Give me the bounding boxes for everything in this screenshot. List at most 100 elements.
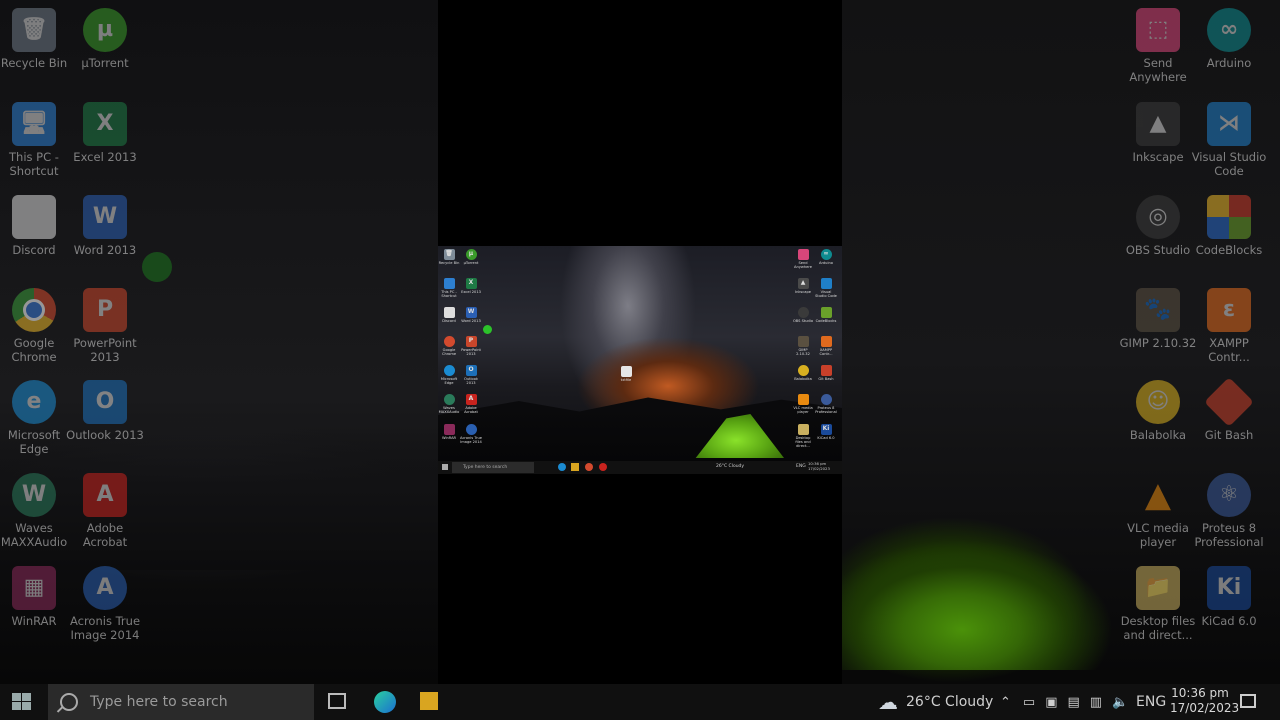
outlook-icon: O: [83, 380, 127, 424]
mini-icon-acronis[interactable]: Acronis True Image 2014: [460, 424, 482, 444]
weather-widget[interactable]: ☁ 26°C Cloudy: [878, 684, 993, 720]
desktop-icon-discord[interactable]: Discord: [0, 195, 74, 257]
desktop-icon-winrar[interactable]: ▦ WinRAR: [0, 566, 74, 628]
desktop-icon-excel[interactable]: X Excel 2013: [65, 102, 145, 164]
winrar-icon: ▦: [12, 566, 56, 610]
chrome-icon: [12, 288, 56, 332]
desktop-icon-edge[interactable]: e Microsoft Edge: [0, 380, 74, 456]
mini-icon-arduino[interactable]: ∞ Arduino: [815, 249, 837, 265]
desktop-icon-obs[interactable]: ◎ OBS Studio: [1118, 195, 1198, 257]
mini-icon-excel[interactable]: X Excel 2013: [460, 278, 482, 294]
task-view-icon[interactable]: [328, 693, 346, 709]
desktop-icon-gimp[interactable]: 🐾 GIMP 2.10.32: [1118, 288, 1198, 350]
desktop-icon-vscode[interactable]: ⋊ Visual Studio Code: [1189, 102, 1269, 178]
mini-edge-icon[interactable]: [558, 463, 566, 471]
desktop-icon-waves[interactable]: W Waves MAXXAudio: [0, 473, 74, 549]
mini-icon-utorrent[interactable]: µ µTorrent: [460, 249, 482, 265]
desktop-icon-desktop-files[interactable]: 📁 Desktop files and direct...: [1118, 566, 1198, 642]
codeblocks-icon: [1207, 195, 1251, 239]
mini-folder-icon[interactable]: [571, 463, 579, 471]
mini-icon-word[interactable]: W Word 2013: [460, 307, 482, 323]
clock-time: 10:36 pm: [1171, 686, 1229, 700]
waves-icon: W: [12, 473, 56, 517]
hardware-icon[interactable]: ▤: [1068, 695, 1080, 710]
mini-icon-kicad[interactable]: Ki KiCad 6.0: [815, 424, 837, 440]
cursor-highlight: [142, 252, 172, 282]
desktop-icon-arduino[interactable]: ∞ Arduino: [1189, 8, 1269, 70]
mini-icon-obs[interactable]: OBS Studio: [792, 307, 814, 323]
tray-icons: ⌃ ▭ ▣ ▤ ▥ 🔈: [1000, 684, 1128, 720]
desktop-icon-inkscape[interactable]: ▲ Inkscape: [1118, 102, 1198, 164]
utorrent-icon: µ: [83, 8, 127, 52]
mini-icon-chrome[interactable]: Google Chrome: [438, 336, 460, 356]
taskbar-search[interactable]: Type here to search: [48, 684, 314, 720]
balabolka-icon: ☺: [1136, 380, 1180, 424]
mini-icon-proteus[interactable]: Proteus 8 Professional: [815, 394, 837, 414]
mini-icon-git-bash[interactable]: Git Bash: [815, 365, 837, 381]
mini-icon-edge[interactable]: Microsoft Edge: [438, 365, 460, 385]
mini-icon-powerpoint[interactable]: P PowerPoint 2013: [460, 336, 482, 356]
mini-icon-this-pc[interactable]: This PC - Shortcut: [438, 278, 460, 298]
desktop-icon-kicad[interactable]: Ki KiCad 6.0: [1189, 566, 1269, 628]
mini-language[interactable]: ENG: [796, 464, 806, 469]
desktop-icon-word[interactable]: W Word 2013: [65, 195, 145, 257]
desktop-icon-outlook[interactable]: O Outlook 2013: [65, 380, 145, 442]
edge-taskbar-icon[interactable]: [374, 691, 396, 713]
usb-icon[interactable]: ▣: [1045, 695, 1057, 710]
desktop-icon-xampp[interactable]: ɛ XAMPP Contr...: [1189, 288, 1269, 364]
desktop-icon-powerpoint[interactable]: P PowerPoint 2013: [65, 288, 145, 364]
mini-icon-waves[interactable]: Waves MAXXAudio: [438, 394, 460, 414]
volume-icon[interactable]: 🔈: [1112, 695, 1128, 710]
mini-icon-codeblocks[interactable]: CodeBlocks: [815, 307, 837, 323]
mini-icon-recycle-bin[interactable]: 🗑 Recycle Bin: [438, 249, 460, 265]
mini-icon-discord[interactable]: Discord: [438, 307, 460, 323]
desktop-icon-send-anywhere[interactable]: ⬚ Send Anywhere: [1118, 8, 1198, 84]
desktop-icon-vlc[interactable]: ▲ VLC media player: [1118, 473, 1198, 549]
camera-icon[interactable]: ▭: [1023, 695, 1035, 710]
recycle-bin-icon: 🗑: [12, 8, 56, 52]
desktop-icon-chrome[interactable]: Google Chrome: [0, 288, 74, 364]
obs-icon: ◎: [1136, 195, 1180, 239]
desktop-icon-acrobat[interactable]: A Adobe Acrobat: [65, 473, 145, 549]
mini-chrome-icon[interactable]: [585, 463, 593, 471]
network-icon[interactable]: ▥: [1090, 695, 1102, 710]
mini-icon-acrobat[interactable]: A Adobe Acrobat: [460, 394, 482, 414]
mini-icon-gimp[interactable]: GIMP 2.10.32: [792, 336, 814, 356]
mini-icon-vscode[interactable]: Visual Studio Code: [815, 278, 837, 298]
desktop-icon-balabolka[interactable]: ☺ Balabolka: [1118, 380, 1198, 442]
desktop-icon-recycle-bin[interactable]: 🗑 Recycle Bin: [0, 8, 74, 70]
language-indicator[interactable]: ENG: [1136, 684, 1166, 720]
desktop-icon-git-bash[interactable]: Git Bash: [1189, 377, 1269, 442]
mini-start-icon[interactable]: [442, 464, 448, 470]
file-explorer-icon[interactable]: [420, 692, 438, 710]
desktop-icon-this-pc[interactable]: 🖥 This PC - Shortcut: [0, 102, 74, 178]
mini-icon-inkscape[interactable]: ▲ Inkscape: [792, 278, 814, 294]
desktop-icon-acronis[interactable]: A Acronis True Image 2014: [65, 566, 145, 642]
mini-clock[interactable]: 10:36 pm 17/02/2023: [808, 461, 830, 471]
mini-desktop-file[interactable]: txtfile: [615, 366, 637, 382]
mini-app-icon[interactable]: [599, 463, 607, 471]
vlc-icon: ▲: [1144, 475, 1172, 515]
mini-search-box[interactable]: Type here to search: [452, 462, 534, 473]
embedded-desktop-screenshot: 🗑 Recycle Bin µ µTorrent This PC - Shortcu…: [438, 246, 842, 474]
mini-icon-winrar[interactable]: WinRAR: [438, 424, 460, 440]
mini-icon-outlook[interactable]: O Outlook 2013: [460, 365, 482, 385]
weather-text: 26°C Cloudy: [906, 694, 994, 710]
windows-logo-icon: [12, 693, 21, 701]
mini-icon-balabolka[interactable]: Balabolka: [792, 365, 814, 381]
chevron-up-icon[interactable]: ⌃: [1000, 695, 1011, 710]
mini-icon-xampp[interactable]: XAMPP Contr...: [815, 336, 837, 356]
mini-weather[interactable]: 26°C Cloudy: [716, 464, 744, 469]
desktop-icon-codeblocks[interactable]: CodeBlocks: [1189, 195, 1269, 257]
file-icon: [12, 195, 56, 239]
start-button[interactable]: [12, 693, 32, 711]
mini-icon-vlc[interactable]: VLC media player: [792, 394, 814, 414]
clock[interactable]: 10:36 pm 17/02/2023: [1170, 686, 1239, 716]
mini-icon-send-anywhere[interactable]: Send Anywhere: [792, 249, 814, 269]
mini-icon-desktop-files[interactable]: Desktop files and direct...: [792, 424, 814, 449]
notification-icon[interactable]: [1240, 694, 1256, 708]
desktop-icon-utorrent[interactable]: µ µTorrent: [65, 8, 145, 70]
desktop-icon-proteus[interactable]: ⚛ Proteus 8 Professional: [1189, 473, 1269, 549]
acronis-icon: A: [83, 566, 127, 610]
folder-icon: 📁: [1136, 566, 1180, 610]
